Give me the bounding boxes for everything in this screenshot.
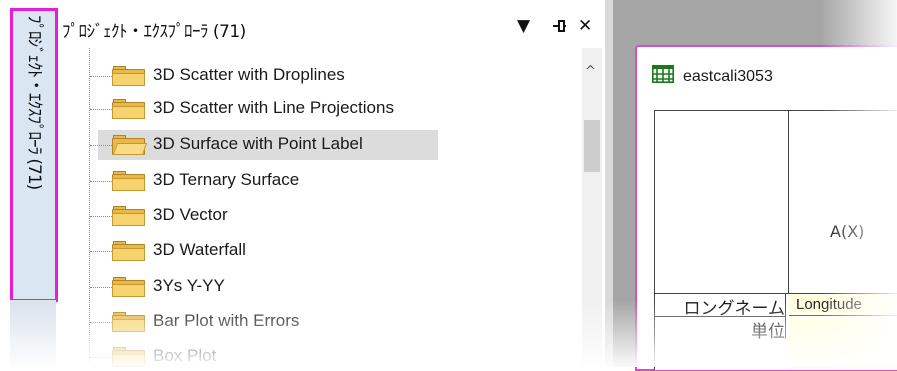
folder-icon [112, 347, 145, 367]
folder-icon [112, 66, 145, 86]
tree-item[interactable]: 3D Waterfall [62, 236, 582, 266]
tree-item-label: Box Plot [153, 346, 217, 365]
project-explorer-panel: ﾌﾟﾛｼﾞｪｸﾄ・ｴｸｽﾌﾟﾛｰﾗ (71) ▼ ✕ 3D Scatter wi… [62, 0, 605, 367]
explorer-tree: 3D Scatter with Droplines 3D Scatter wit… [62, 48, 582, 367]
tree-connector [90, 181, 112, 182]
grid-icon [652, 65, 674, 83]
side-tab-label: ﾌﾟﾛｼﾞｪｸﾄ・ｴｸｽﾌﾟﾛｰﾗ (71) [24, 15, 44, 190]
row-header-unit[interactable]: 単位 [655, 317, 786, 342]
tree-connector [90, 251, 112, 252]
tree-item-label: 3D Surface with Point Label [153, 134, 363, 153]
worksheet: A(X) ロングネーム 単位 Longitude [654, 110, 897, 370]
tree-item[interactable]: 3D Ternary Surface [62, 166, 582, 196]
tree-item[interactable]: Bar Plot with Errors [62, 307, 582, 337]
tree-item[interactable]: 3D Scatter with Droplines [62, 61, 582, 91]
cell-unit-a[interactable] [789, 317, 897, 370]
tree-item[interactable]: 3Ys Y-YY [62, 272, 582, 302]
side-tab-strip: ﾌﾟﾛｼﾞｪｸﾄ・ｴｸｽﾌﾟﾛｰﾗ (71) [0, 0, 62, 367]
row-header-longname[interactable]: ロングネーム [655, 294, 786, 319]
explorer-title: ﾌﾟﾛｼﾞｪｸﾄ・ｴｸｽﾌﾟﾛｰﾗ (71) [62, 22, 246, 42]
tree-item-label: Bar Plot with Errors [153, 311, 300, 330]
folder-icon [112, 99, 145, 119]
tree-item-selected[interactable]: 3D Surface with Point Label [62, 130, 582, 160]
column-a-label: A(X) [830, 222, 865, 241]
tree-connector [90, 287, 112, 288]
sheet-corner-cell[interactable] [655, 111, 789, 294]
explorer-scrollbar[interactable]: ^ [582, 48, 602, 367]
tree-item-label: 3D Waterfall [153, 240, 246, 259]
folder-icon [112, 171, 145, 191]
tree-item[interactable]: 3D Scatter with Line Projections [62, 94, 582, 124]
open-folder-icon [112, 135, 148, 155]
tree-connector [90, 216, 112, 217]
tree-connector [90, 76, 112, 77]
workbook-title: eastcali3053 [683, 68, 773, 85]
column-a-header[interactable]: A(X) [788, 111, 897, 294]
tree-item-label: 3D Scatter with Droplines [153, 65, 345, 84]
folder-icon [112, 277, 145, 297]
panel-splitter[interactable] [605, 0, 613, 367]
tree-item-label: 3D Scatter with Line Projections [153, 98, 394, 117]
dropdown-icon[interactable]: ▼ [517, 16, 530, 36]
workbook-window[interactable]: eastcali3053 A(X) ロングネーム 単位 Longitude [635, 45, 897, 371]
tree-item[interactable]: 3D Vector [62, 201, 582, 231]
scroll-thumb[interactable] [584, 120, 600, 172]
tree-connector [90, 145, 112, 146]
tree-connector [90, 357, 112, 358]
close-icon[interactable]: ✕ [578, 16, 592, 36]
tree-item[interactable]: Box Plot [62, 342, 582, 367]
pin-icon[interactable] [552, 16, 566, 39]
cell-longname-a[interactable]: Longitude [789, 294, 897, 316]
side-tab-track [10, 300, 56, 367]
tree-connector [90, 322, 112, 323]
tree-item-label: 3Ys Y-YY [153, 276, 225, 295]
scroll-up-icon[interactable]: ^ [585, 64, 596, 79]
explorer-titlebar: ﾌﾟﾛｼﾞｪｸﾄ・ｴｸｽﾌﾟﾛｰﾗ (71) ▼ ✕ [62, 8, 605, 46]
tree-connector [90, 109, 112, 110]
folder-icon [112, 206, 145, 226]
tree-item-label: 3D Vector [153, 205, 228, 224]
folder-icon [112, 312, 145, 332]
tree-item-label: 3D Ternary Surface [153, 170, 300, 189]
folder-icon [112, 241, 145, 261]
project-explorer-side-tab[interactable]: ﾌﾟﾛｼﾞｪｸﾄ・ｴｸｽﾌﾟﾛｰﾗ (71) [10, 8, 58, 302]
